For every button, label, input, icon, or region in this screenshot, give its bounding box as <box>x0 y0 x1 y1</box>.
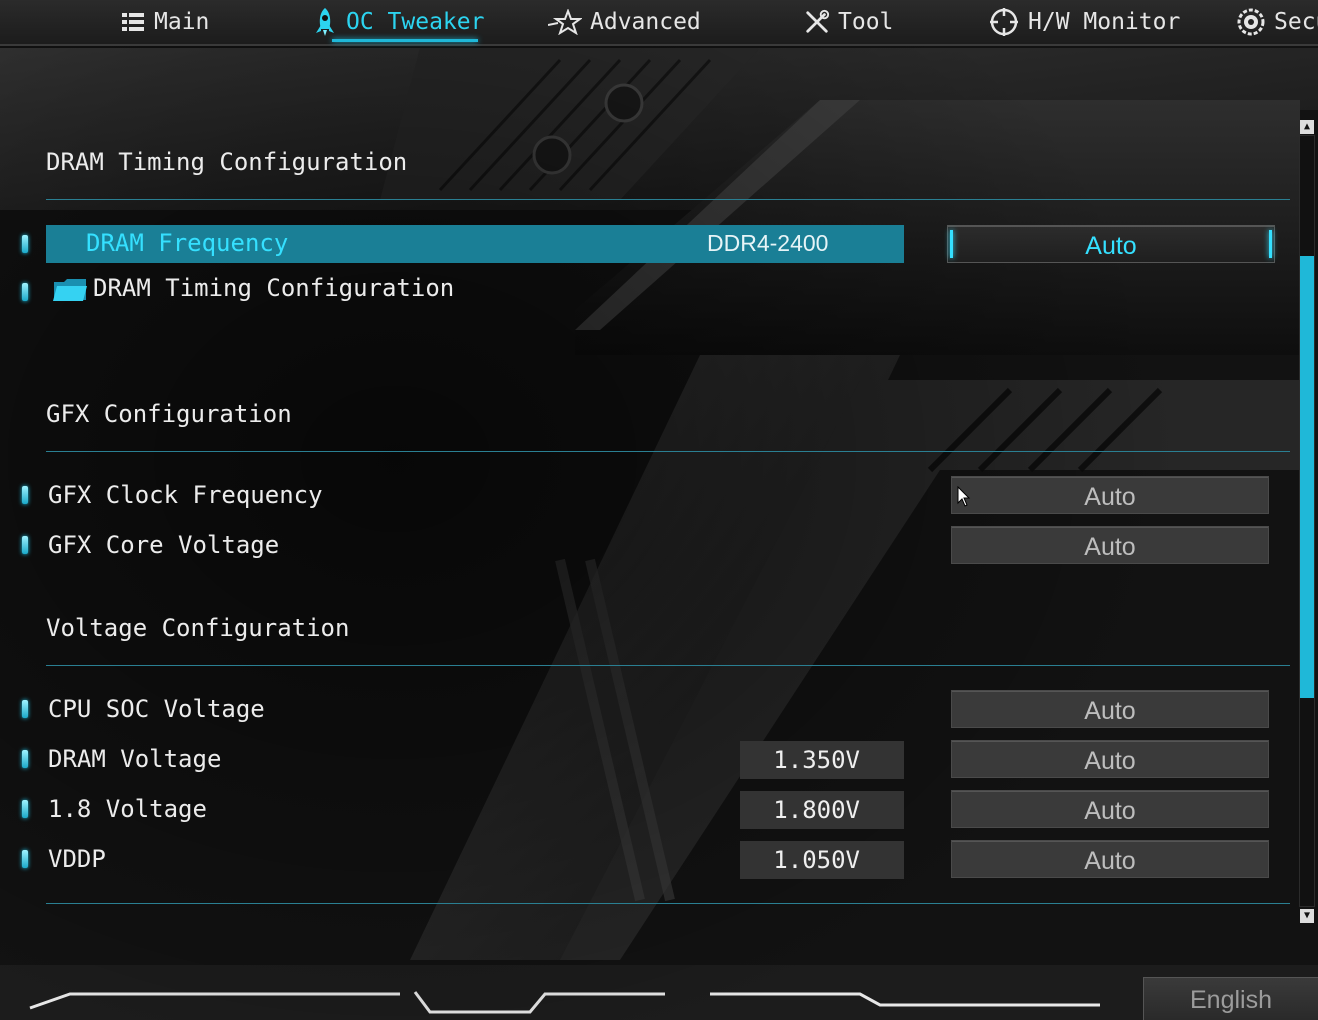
dram-frequency-label: DRAM Frequency <box>86 229 289 257</box>
tab-oc-tweaker[interactable]: OC Tweaker <box>312 0 484 44</box>
section-divider <box>46 451 1290 452</box>
section-title-dram: DRAM Timing Configuration <box>46 148 408 176</box>
section-title-voltage: Voltage Configuration <box>46 614 350 642</box>
vddp-select[interactable]: Auto <box>951 840 1269 878</box>
dram-frequency-value: DDR4-2400 <box>707 230 829 256</box>
top-navigation-bar: Main OC Tweaker Advanced Tool H/W Monito… <box>0 0 1318 46</box>
tab-main-label: Main <box>154 9 210 35</box>
star-icon <box>548 9 582 35</box>
dram-voltage-select[interactable]: Auto <box>951 740 1269 778</box>
crosshair-icon <box>988 8 1020 36</box>
tab-security[interactable]: Secu <box>1236 0 1318 44</box>
1-8-voltage-select[interactable]: Auto <box>951 790 1269 828</box>
dram-voltage-label: DRAM Voltage <box>48 745 222 773</box>
1-8-voltage-label: 1.8 Voltage <box>48 795 207 823</box>
tab-tool[interactable]: Tool <box>804 0 893 44</box>
row-indicator <box>22 536 28 554</box>
scroll-up-arrow[interactable]: ▲ <box>1300 120 1314 134</box>
rocket-icon <box>312 8 338 36</box>
dram-voltage-value: 1.350V <box>740 741 904 779</box>
shield-gear-icon <box>1236 8 1266 36</box>
scrollbar-thumb[interactable] <box>1300 256 1314 698</box>
row-indicator <box>22 850 28 868</box>
dram-timing-submenu[interactable]: DRAM Timing Configuration <box>93 274 454 302</box>
language-button[interactable]: English <box>1143 977 1318 1020</box>
tab-oc-tweaker-label: OC Tweaker <box>346 9 485 35</box>
1-8-voltage-value: 1.800V <box>740 791 904 829</box>
gfx-core-voltage-select[interactable]: Auto <box>951 526 1269 564</box>
row-indicator <box>22 700 28 718</box>
tab-hw-monitor-label: H/W Monitor <box>1028 9 1181 35</box>
row-indicator <box>22 800 28 818</box>
cpu-soc-voltage-select[interactable]: Auto <box>951 690 1269 728</box>
section-divider <box>46 903 1290 904</box>
list-icon <box>120 9 146 35</box>
section-title-gfx: GFX Configuration <box>46 400 292 428</box>
tab-tool-label: Tool <box>838 9 894 35</box>
row-indicator <box>22 750 28 768</box>
row-indicator <box>22 486 28 504</box>
tab-main[interactable]: Main <box>120 0 209 44</box>
tab-hw-monitor[interactable]: H/W Monitor <box>988 0 1180 44</box>
folder-icon <box>53 279 87 301</box>
dram-frequency-select[interactable]: Auto <box>947 225 1275 263</box>
cpu-soc-voltage-label: CPU SOC Voltage <box>48 695 265 723</box>
tab-security-label: Secu <box>1274 9 1318 35</box>
row-indicator <box>22 283 28 301</box>
vddp-label: VDDP <box>48 845 106 873</box>
dram-frequency-row[interactable]: DRAM Frequency DDR4-2400 <box>46 225 904 263</box>
wrench-screwdriver-icon <box>804 9 830 35</box>
section-divider <box>46 665 1290 666</box>
section-divider <box>46 199 1290 200</box>
gfx-clock-frequency-select[interactable]: Auto <box>951 476 1269 514</box>
vddp-value: 1.050V <box>740 841 904 879</box>
gfx-core-voltage-label: GFX Core Voltage <box>48 531 280 559</box>
row-indicator <box>22 235 28 253</box>
tab-advanced-label: Advanced <box>590 9 701 35</box>
scroll-down-arrow[interactable]: ▼ <box>1300 909 1314 923</box>
tab-advanced[interactable]: Advanced <box>548 0 701 44</box>
mouse-cursor-icon <box>957 486 971 507</box>
gfx-clock-frequency-label: GFX Clock Frequency <box>48 481 323 509</box>
